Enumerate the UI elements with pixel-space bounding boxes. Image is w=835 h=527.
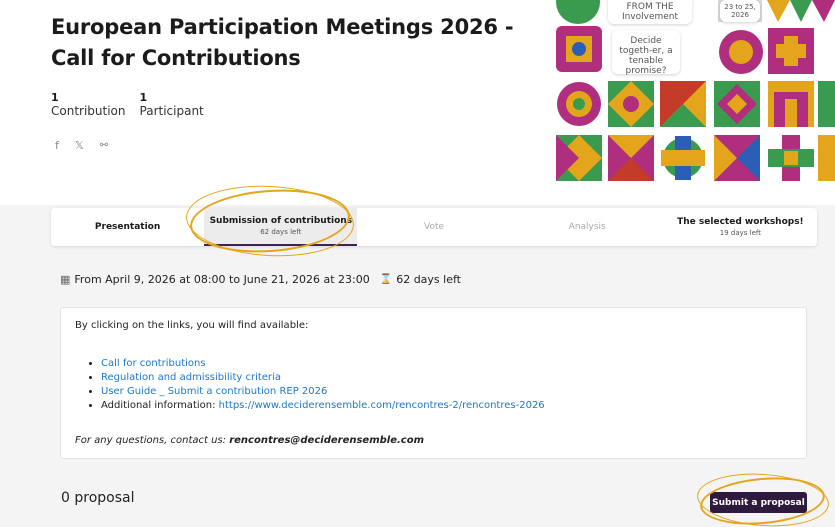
contact-email[interactable]: rencontres@deciderensemble.com — [229, 435, 424, 446]
tab-sublabel: 62 days left — [260, 228, 302, 236]
additional-info-label: Additional information: — [101, 400, 219, 411]
artwork-pattern — [556, 0, 835, 181]
contact-label: For any questions, contact us: — [75, 435, 230, 446]
step-content: Presentation Submission of contributions… — [0, 205, 835, 527]
artwork-card-dates: 23 to 25, 2026 — [720, 0, 760, 22]
tab-sublabel: 19 days left — [719, 229, 762, 237]
tab-analysis[interactable]: Analysis — [511, 208, 664, 246]
list-item: User Guide _ Submit a contribution REP 2… — [101, 385, 792, 399]
info-box: By clicking on the links, you will find … — [60, 307, 807, 459]
participant-count: 1 — [139, 91, 148, 104]
contribution-count: 1 — [51, 91, 59, 104]
calendar-icon: ▦ — [60, 273, 71, 286]
call-for-contributions-link[interactable]: Call for contributions — [101, 358, 206, 369]
additional-info-link[interactable]: https://www.deciderensemble.com/rencontr… — [219, 400, 545, 411]
participant-stat: 1 Participant — [140, 91, 204, 119]
step-tabs: Presentation Submission of contributions… — [51, 208, 817, 246]
tab-label: Analysis — [568, 222, 606, 232]
header-artwork: FROM THE Involvement 23 to 25, 2026 Deci… — [556, 0, 835, 183]
artwork-card-text: 23 to 25, — [724, 3, 756, 11]
date-range: From April 9, 2026 at 08:00 to June 21, … — [74, 273, 370, 286]
tab-label: The selected workshops! — [677, 217, 804, 227]
artwork-card-decide: Decide togeth-er, a tenable promise? — [612, 30, 680, 76]
stats-bar: 1 Contribution 1 Participant — [51, 91, 204, 119]
list-item: Additional information: https://www.deci… — [101, 399, 792, 413]
tab-presentation[interactable]: Presentation — [51, 208, 204, 246]
info-intro: By clicking on the links, you will find … — [75, 320, 309, 331]
artwork-card-text: Involvement — [621, 12, 679, 22]
tab-label: Submission of contributions — [209, 216, 353, 226]
contact-line: For any questions, contact us: rencontre… — [75, 435, 792, 446]
tab-label: Vote — [423, 222, 445, 232]
list-item: Call for contributions — [101, 357, 792, 371]
regulation-link[interactable]: Regulation and admissibility criteria — [101, 372, 281, 383]
artwork-card-text: Decide togeth-er, a tenable promise? — [619, 36, 673, 76]
list-item: Regulation and admissibility criteria — [101, 371, 792, 385]
page-title: European Participation Meetings 2026 - C… — [51, 15, 514, 70]
tab-selected-workshops[interactable]: The selected workshops! 19 days left — [664, 208, 817, 246]
participant-label: Participant — [139, 104, 204, 118]
contribution-stat: 1 Contribution — [51, 91, 126, 119]
link-icon[interactable]: ⚯ — [100, 140, 108, 151]
tab-label: Presentation — [94, 222, 161, 232]
step-dates: ▦ From April 9, 2026 at 08:00 to June 21… — [60, 273, 461, 286]
facebook-icon[interactable]: f — [55, 139, 59, 152]
info-link-list: Call for contributions Regulation and ad… — [101, 357, 792, 413]
x-icon[interactable]: 𝕏 — [75, 139, 84, 152]
user-guide-link[interactable]: User Guide _ Submit a contribution REP 2… — [101, 386, 327, 397]
days-remaining: 62 days left — [396, 273, 461, 286]
tab-submission[interactable]: Submission of contributions 62 days left — [204, 208, 358, 246]
artwork-card-text: FROM THE — [626, 2, 674, 12]
contribution-label: Contribution — [51, 104, 126, 118]
tab-vote[interactable]: Vote — [357, 208, 510, 246]
hourglass-icon: ⌛ — [379, 274, 393, 285]
artwork-card-text: 2026 — [731, 11, 749, 19]
submit-proposal-button[interactable]: Submit a proposal — [710, 492, 807, 513]
share-links: f 𝕏 ⚯ — [55, 139, 108, 152]
proposal-count: 0 proposal — [61, 490, 135, 506]
project-header: European Participation Meetings 2026 - C… — [0, 0, 835, 205]
artwork-card-involvement: FROM THE Involvement — [608, 0, 692, 24]
